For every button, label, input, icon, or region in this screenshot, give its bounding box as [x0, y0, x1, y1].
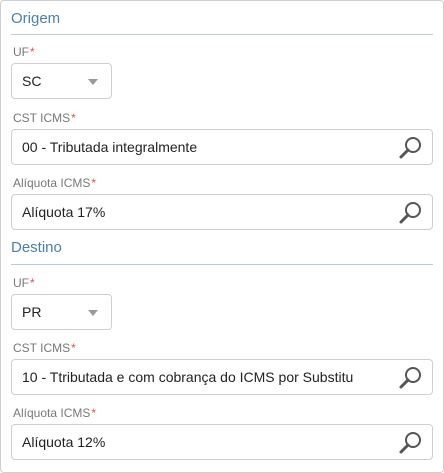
chevron-down-icon — [88, 310, 98, 316]
destino-cst-field[interactable]: 10 - Ttributada e com cobrança do ICMS p… — [11, 359, 433, 395]
origem-uf-label: UF* — [13, 45, 35, 59]
destino-divider — [11, 264, 433, 265]
origem-cst-label-text: CST ICMS — [13, 111, 71, 125]
destino-aliquota-label-text: Alíquota ICMS — [13, 406, 91, 420]
destino-cst-label: CST ICMS* — [13, 341, 76, 355]
required-mark: * — [30, 276, 35, 290]
search-icon[interactable] — [398, 365, 424, 391]
required-mark: * — [71, 341, 76, 355]
destino-uf-label: UF* — [13, 276, 35, 290]
required-mark: * — [30, 45, 35, 59]
destino-aliquota-field[interactable]: Alíquota 12% — [11, 424, 433, 460]
origem-aliquota-label: Alíquota ICMS* — [13, 176, 96, 190]
destino-uf-label-text: UF — [13, 276, 29, 290]
required-mark: * — [71, 111, 76, 125]
origem-uf-label-text: UF — [13, 45, 29, 59]
origem-cst-value: 00 - Tributada integralmente — [22, 139, 198, 155]
destino-uf-value: PR — [22, 304, 42, 320]
search-icon[interactable] — [398, 200, 424, 226]
origem-cst-field[interactable]: 00 - Tributada integralmente — [11, 129, 433, 165]
chevron-down-icon — [88, 79, 98, 85]
destino-aliquota-label: Alíquota ICMS* — [13, 406, 96, 420]
search-icon[interactable] — [398, 430, 424, 456]
origem-section-title: Origem — [11, 10, 61, 27]
required-mark: * — [91, 406, 97, 420]
destino-uf-select[interactable]: PR — [11, 294, 112, 330]
destino-aliquota-value: Alíquota 12% — [22, 434, 106, 450]
origem-aliquota-label-text: Alíquota ICMS — [13, 176, 91, 190]
origem-uf-select[interactable]: SC — [11, 63, 112, 99]
origem-divider — [11, 34, 433, 35]
destino-cst-value: 10 - Ttributada e com cobrança do ICMS p… — [22, 369, 354, 385]
origem-uf-value: SC — [22, 73, 42, 89]
search-icon[interactable] — [398, 135, 424, 161]
origem-aliquota-value: Alíquota 17% — [22, 204, 106, 220]
origem-aliquota-field[interactable]: Alíquota 17% — [11, 194, 433, 230]
destino-section-title: Destino — [11, 239, 62, 256]
destino-cst-label-text: CST ICMS — [13, 341, 71, 355]
origem-cst-label: CST ICMS* — [13, 111, 76, 125]
required-mark: * — [91, 176, 97, 190]
icms-panel: Origem UF* SC CST ICMS* 00 - Tributada i… — [0, 0, 444, 473]
